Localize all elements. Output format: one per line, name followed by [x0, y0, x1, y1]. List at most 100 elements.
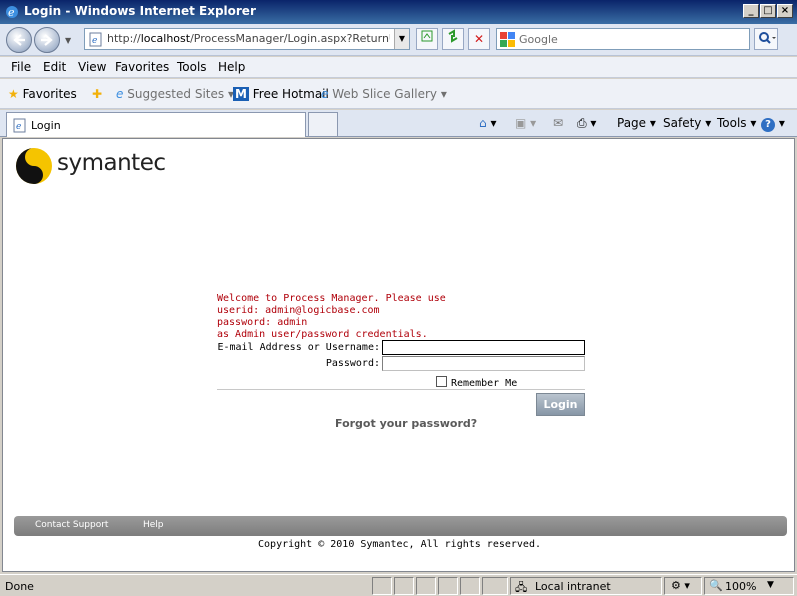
tab-login[interactable]: e Login	[6, 112, 306, 137]
suggested-sites-label: Suggested Sites	[127, 87, 225, 101]
compatibility-view-button[interactable]	[416, 28, 438, 50]
forgot-password-link[interactable]: Forgot your password?	[335, 417, 477, 430]
free-hotmail-link[interactable]: M Free Hotmail	[233, 87, 329, 101]
close-button[interactable]: ×	[777, 4, 793, 18]
read-mail-button[interactable]: ✉	[553, 116, 563, 130]
page-icon: e	[89, 32, 102, 47]
suggested-sites-link[interactable]: e Suggested Sites ▾	[116, 87, 234, 101]
print-button[interactable]: ⎙ ▾	[577, 116, 596, 131]
symantec-logo-icon	[16, 148, 52, 184]
forward-button[interactable]	[34, 27, 60, 53]
refresh-icon	[448, 29, 458, 43]
help-button[interactable]: ? ▾	[761, 116, 785, 132]
web-slice-gallery-link[interactable]: e Web Slice Gallery ▾	[321, 87, 447, 101]
search-placeholder: Google	[519, 33, 558, 46]
ie-logo-icon: e	[6, 6, 18, 19]
mail-icon: ✉	[553, 116, 564, 130]
status-text: Done	[5, 580, 34, 593]
zone-label: Local intranet	[535, 580, 611, 593]
feeds-button[interactable]: ▣ ▾	[515, 116, 536, 130]
password-field[interactable]	[382, 356, 585, 371]
free-hotmail-label: Free Hotmail	[252, 87, 329, 101]
status-segment	[416, 577, 436, 595]
status-segment	[482, 577, 508, 595]
address-url[interactable]: http://localhost/ProcessManager/Login.as…	[107, 32, 390, 45]
recent-pages-dropdown[interactable]: ▼	[65, 36, 71, 45]
status-bar: Done 🖧 Local intranet ⚙ ▾ 🔍 100% ▼	[0, 574, 797, 596]
favorites-label: Favorites	[22, 87, 77, 101]
favorites-bar: ★ Favorites ✚ e Suggested Sites ▾ M Free…	[0, 79, 797, 109]
zoom-level: 100%	[725, 580, 757, 593]
new-tab-button[interactable]	[308, 112, 338, 136]
footer-bar: Contact Support Help	[14, 516, 787, 536]
window-title: Login - Windows Internet Explorer	[24, 4, 256, 18]
url-host: localhost	[140, 32, 191, 45]
safety-menu[interactable]: Safety ▾	[663, 116, 711, 130]
stop-button[interactable]: ✕	[468, 28, 490, 50]
zoom-dropdown-arrow: ▼	[767, 580, 774, 590]
copyright-text: Copyright © 2010 Symantec, All rights re…	[258, 539, 541, 550]
star-icon: ★	[8, 87, 19, 101]
page-viewport: symantec Welcome to Process Manager. Ple…	[2, 138, 795, 572]
search-button[interactable]	[754, 28, 778, 50]
menu-tools[interactable]: Tools	[177, 60, 207, 74]
back-arrow-icon	[13, 34, 25, 46]
home-icon: ⌂	[479, 116, 487, 130]
tab-label: Login	[31, 119, 61, 132]
address-bar[interactable]: e http://localhost/ProcessManager/Login.…	[84, 28, 410, 50]
address-dropdown[interactable]: ▼	[394, 29, 409, 49]
url-prefix: http://	[107, 32, 141, 45]
login-button[interactable]: Login	[536, 393, 585, 416]
forward-arrow-icon	[41, 34, 53, 46]
tab-bar: e Login ⌂ ▾ ▣ ▾ ✉ ⎙ ▾ Page ▾ Safety ▾ To…	[0, 110, 797, 137]
maximize-button[interactable]: □	[760, 4, 776, 18]
svg-text:e: e	[16, 122, 21, 132]
search-box[interactable]: Google	[496, 28, 750, 50]
tools-menu[interactable]: Tools ▾	[717, 116, 756, 130]
add-favorite-icon[interactable]: ✚	[92, 87, 102, 101]
magnifier-icon	[759, 32, 776, 44]
menu-view[interactable]: View	[78, 60, 106, 74]
email-label: E-mail Address or Username:	[217, 342, 380, 353]
contact-support-link[interactable]: Contact Support	[35, 520, 108, 530]
web-slice-gallery-label: Web Slice Gallery	[332, 87, 438, 101]
menu-file[interactable]: File	[11, 60, 31, 74]
google-icon	[500, 32, 515, 47]
form-divider	[217, 389, 585, 390]
safety-menu-label: Safety	[663, 116, 702, 130]
menu-edit[interactable]: Edit	[43, 60, 66, 74]
stop-icon: ✕	[473, 32, 485, 46]
rss-icon: ▣	[515, 116, 527, 130]
refresh-button[interactable]	[442, 28, 464, 50]
zoom-button[interactable]: 🔍 100% ▼	[704, 577, 794, 595]
footer-help-link[interactable]: Help	[143, 520, 164, 530]
remember-me-checkbox[interactable]	[436, 376, 447, 387]
password-label: Password:	[325, 358, 380, 369]
ie-icon: e	[116, 87, 124, 101]
url-path: /ProcessManager/Login.aspx?ReturnUrl=%2	[190, 32, 390, 45]
email-field[interactable]	[382, 340, 585, 355]
protected-mode-button[interactable]: ⚙ ▾	[664, 577, 702, 595]
status-segment	[394, 577, 414, 595]
brand-name: symantec	[57, 150, 166, 176]
security-zone[interactable]: 🖧 Local intranet	[510, 577, 662, 595]
menu-favorites[interactable]: Favorites	[115, 60, 169, 74]
minimize-button[interactable]: _	[743, 4, 759, 18]
back-button[interactable]	[6, 27, 32, 53]
home-button[interactable]: ⌂ ▾	[479, 116, 496, 130]
welcome-message: Welcome to Process Manager. Please use u…	[217, 293, 446, 341]
menu-help[interactable]: Help	[218, 60, 245, 74]
compatibility-icon	[421, 30, 433, 42]
page-icon: e	[13, 118, 26, 133]
svg-text:e: e	[8, 6, 15, 19]
page-menu[interactable]: Page ▾	[617, 116, 656, 130]
tools-menu-label: Tools	[717, 116, 747, 130]
remember-me-label: Remember Me	[451, 378, 518, 389]
status-segment	[460, 577, 480, 595]
status-segment	[372, 577, 392, 595]
favorites-button[interactable]: ★ Favorites	[8, 87, 77, 101]
welcome-line: Welcome to Process Manager. Please use	[217, 293, 446, 304]
welcome-line: userid: admin@logicbase.com	[217, 305, 380, 316]
printer-icon: ⎙	[577, 116, 587, 130]
intranet-icon: 🖧	[515, 581, 528, 594]
